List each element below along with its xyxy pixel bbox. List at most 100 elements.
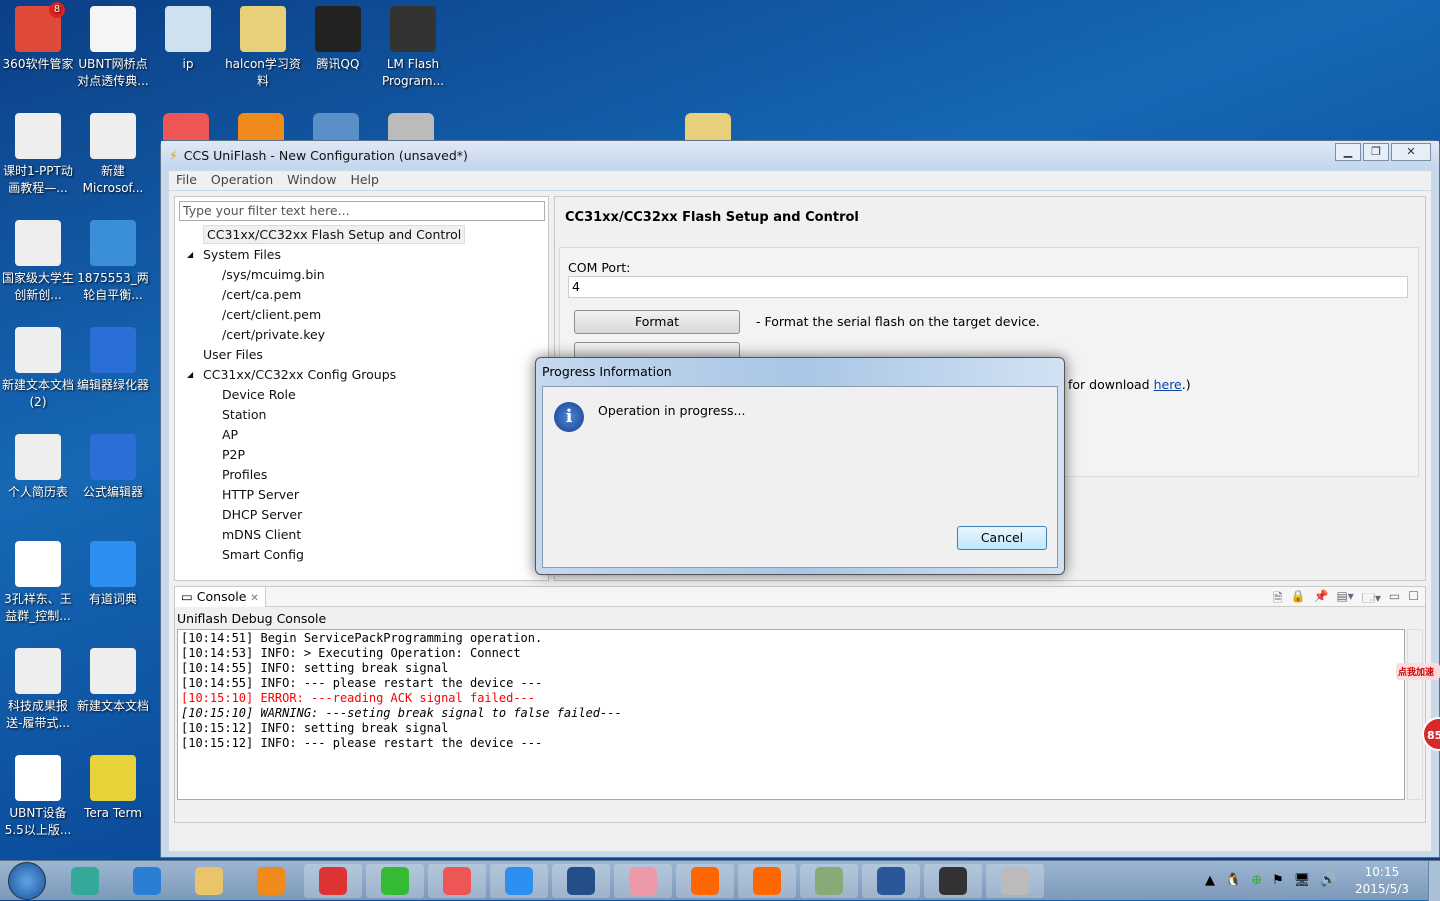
desktop-icon[interactable]: ip bbox=[150, 0, 226, 73]
minimize-view-icon[interactable]: ▭ bbox=[1389, 589, 1400, 610]
clock[interactable]: 10:15 2015/5/3 bbox=[1355, 864, 1409, 898]
tree-item[interactable]: Station bbox=[175, 405, 548, 425]
taskbar-film-app[interactable] bbox=[552, 864, 610, 898]
tree-item[interactable]: /sys/mcuimg.bin bbox=[175, 265, 548, 285]
tree-item[interactable]: AP bbox=[175, 425, 548, 445]
desktop-icon[interactable]: 3孔祥东、王益群_控制... bbox=[0, 535, 76, 625]
desktop-icon[interactable]: 科技成果报送-履带式... bbox=[0, 642, 76, 732]
console-log[interactable]: [10:14:51] Begin ServicePackProgramming … bbox=[177, 629, 1405, 800]
minimize-button[interactable]: ▁ bbox=[1335, 143, 1361, 161]
desktop-icon[interactable]: 个人简历表 bbox=[0, 428, 76, 501]
tree-item[interactable]: /cert/ca.pem bbox=[175, 285, 548, 305]
tree-item[interactable]: HTTP Server bbox=[175, 485, 548, 505]
taskbar-green-app[interactable] bbox=[366, 864, 424, 898]
taskbar-pdf-app[interactable] bbox=[428, 864, 486, 898]
tree-item[interactable]: ◢ CC31xx/CC32xx Config Groups bbox=[175, 365, 548, 385]
scroll-lock-icon[interactable]: 🔒 bbox=[1291, 589, 1306, 610]
pin-console-icon[interactable]: 📌 bbox=[1314, 589, 1329, 610]
360-tray-icon[interactable]: ⊕ bbox=[1251, 873, 1262, 888]
tree-item[interactable]: Smart Config bbox=[175, 545, 548, 565]
horizontal-scrollbar[interactable] bbox=[177, 802, 1405, 818]
desktop-icon-image bbox=[15, 755, 61, 801]
console-icon: ▭ bbox=[181, 589, 193, 604]
desktop-icon[interactable]: Tera Term bbox=[75, 749, 151, 822]
tree-item[interactable]: ◢ System Files bbox=[175, 245, 548, 265]
title-bar[interactable]: ⚡ CCS UniFlash - New Configuration (unsa… bbox=[161, 141, 1439, 169]
log-line: [10:14:53] INFO: > Executing Operation: … bbox=[181, 646, 521, 660]
taskbar-chrome-app[interactable] bbox=[304, 864, 362, 898]
show-desktop-button[interactable] bbox=[1428, 861, 1440, 901]
desktop-icon[interactable]: UBNT设备5.5以上版... bbox=[0, 749, 76, 839]
taskbar-explorer-app[interactable] bbox=[180, 864, 238, 898]
desktop-icon[interactable]: 编辑器绿化器 bbox=[75, 321, 151, 394]
tree-item[interactable]: /cert/private.key bbox=[175, 325, 548, 345]
desktop-icon[interactable]: 有道词典 bbox=[75, 535, 151, 608]
show-hidden-icons[interactable]: ▲ bbox=[1205, 873, 1215, 888]
taskbar-taobao-app[interactable] bbox=[676, 864, 734, 898]
desktop-icon[interactable]: 课时1-PPT动画教程—... bbox=[0, 107, 76, 197]
taskbar-360-app[interactable] bbox=[56, 864, 114, 898]
taskbar-uniflash-app[interactable] bbox=[986, 864, 1044, 898]
tree-item[interactable]: Device Role bbox=[175, 385, 548, 405]
open-console-icon[interactable]: 🗔▾ bbox=[1362, 589, 1381, 610]
close-tab-icon[interactable]: ✕ bbox=[250, 593, 258, 604]
tree-item[interactable]: P2P bbox=[175, 445, 548, 465]
taskbar-youdao-app[interactable] bbox=[490, 864, 548, 898]
expand-arrow-icon[interactable]: ◢ bbox=[187, 245, 193, 265]
download-here-link[interactable]: here bbox=[1154, 377, 1182, 392]
network-icon[interactable]: 🖥 bbox=[1294, 873, 1311, 888]
desktop-icon[interactable]: 8 360软件管家 bbox=[0, 0, 76, 73]
cancel-button[interactable]: Cancel bbox=[957, 526, 1047, 550]
desktop-icon[interactable]: 公式编辑器 bbox=[75, 428, 151, 501]
taskbar-photo-app[interactable] bbox=[800, 864, 858, 898]
tree-item[interactable]: User Files bbox=[175, 345, 548, 365]
desktop-icon-image bbox=[90, 113, 136, 159]
close-button[interactable]: ✕ bbox=[1391, 143, 1431, 161]
maximize-view-icon[interactable]: ☐ bbox=[1408, 589, 1419, 610]
tree-item[interactable]: CC31xx/CC32xx Flash Setup and Control bbox=[175, 225, 548, 245]
speed-up-widget[interactable]: 点我加速 85 bbox=[1396, 663, 1440, 763]
tree-item[interactable]: DHCP Server bbox=[175, 505, 548, 525]
menu-operation[interactable]: Operation bbox=[204, 171, 280, 190]
desktop-icon-label: UBNT网桥点对点透传典... bbox=[77, 57, 149, 88]
menu-help[interactable]: Help bbox=[343, 171, 386, 190]
desktop-icon[interactable] bbox=[388, 113, 434, 140]
desktop-icon[interactable]: halcon学习资料 bbox=[225, 0, 301, 90]
desktop-icon[interactable]: LM Flash Program... bbox=[375, 0, 451, 90]
tree-item[interactable]: /cert/client.pem bbox=[175, 305, 548, 325]
desktop-icon[interactable]: UBNT网桥点对点透传典... bbox=[75, 0, 151, 90]
maximize-button[interactable]: ❐ bbox=[1363, 143, 1389, 161]
desktop-icon[interactable]: 腾讯QQ bbox=[300, 0, 376, 73]
clear-console-icon[interactable]: 🗎 bbox=[1273, 589, 1283, 610]
desktop-icon[interactable]: 新建 Microsof... bbox=[75, 107, 151, 197]
display-console-icon[interactable]: ▤▾ bbox=[1336, 589, 1353, 610]
desktop-icon[interactable] bbox=[313, 113, 359, 140]
desktop-icon-image bbox=[15, 434, 61, 480]
qq-tray-icon[interactable]: 🐧 bbox=[1225, 873, 1241, 888]
desktop-icon[interactable]: 新建文本文档 bbox=[75, 642, 151, 715]
desktop-icon[interactable]: 国家级大学生创新创... bbox=[0, 214, 76, 304]
taskbar-lmflash-app[interactable] bbox=[924, 864, 982, 898]
taskbar-media-player-app[interactable] bbox=[242, 864, 300, 898]
action-center-flag-icon[interactable]: ⚑ bbox=[1272, 873, 1284, 888]
format-button[interactable]: Format bbox=[574, 310, 740, 334]
com-port-input[interactable]: 4 bbox=[568, 276, 1408, 298]
menu-window[interactable]: Window bbox=[280, 171, 343, 190]
desktop-icon[interactable] bbox=[163, 113, 209, 140]
taskbar-foxit-app[interactable] bbox=[738, 864, 796, 898]
menu-file[interactable]: File bbox=[169, 171, 204, 190]
taskbar-word-app[interactable] bbox=[862, 864, 920, 898]
expand-arrow-icon[interactable]: ◢ bbox=[187, 365, 193, 385]
start-button[interactable] bbox=[8, 862, 46, 900]
desktop-icon[interactable]: 新建文本文档 (2) bbox=[0, 321, 76, 411]
tab-console[interactable]: ▭ Console ✕ bbox=[175, 587, 266, 607]
tree-item[interactable]: Profiles bbox=[175, 465, 548, 485]
volume-icon[interactable]: 🔊 bbox=[1320, 873, 1336, 888]
desktop-icon[interactable]: 1875553_两轮自平衡... bbox=[75, 214, 151, 304]
desktop-icon[interactable] bbox=[238, 113, 284, 140]
desktop-icon[interactable] bbox=[685, 113, 731, 140]
filter-input[interactable]: Type your filter text here... bbox=[179, 201, 545, 221]
tree-item[interactable]: mDNS Client bbox=[175, 525, 548, 545]
taskbar-ie-app[interactable] bbox=[118, 864, 176, 898]
taskbar-color-app[interactable] bbox=[614, 864, 672, 898]
